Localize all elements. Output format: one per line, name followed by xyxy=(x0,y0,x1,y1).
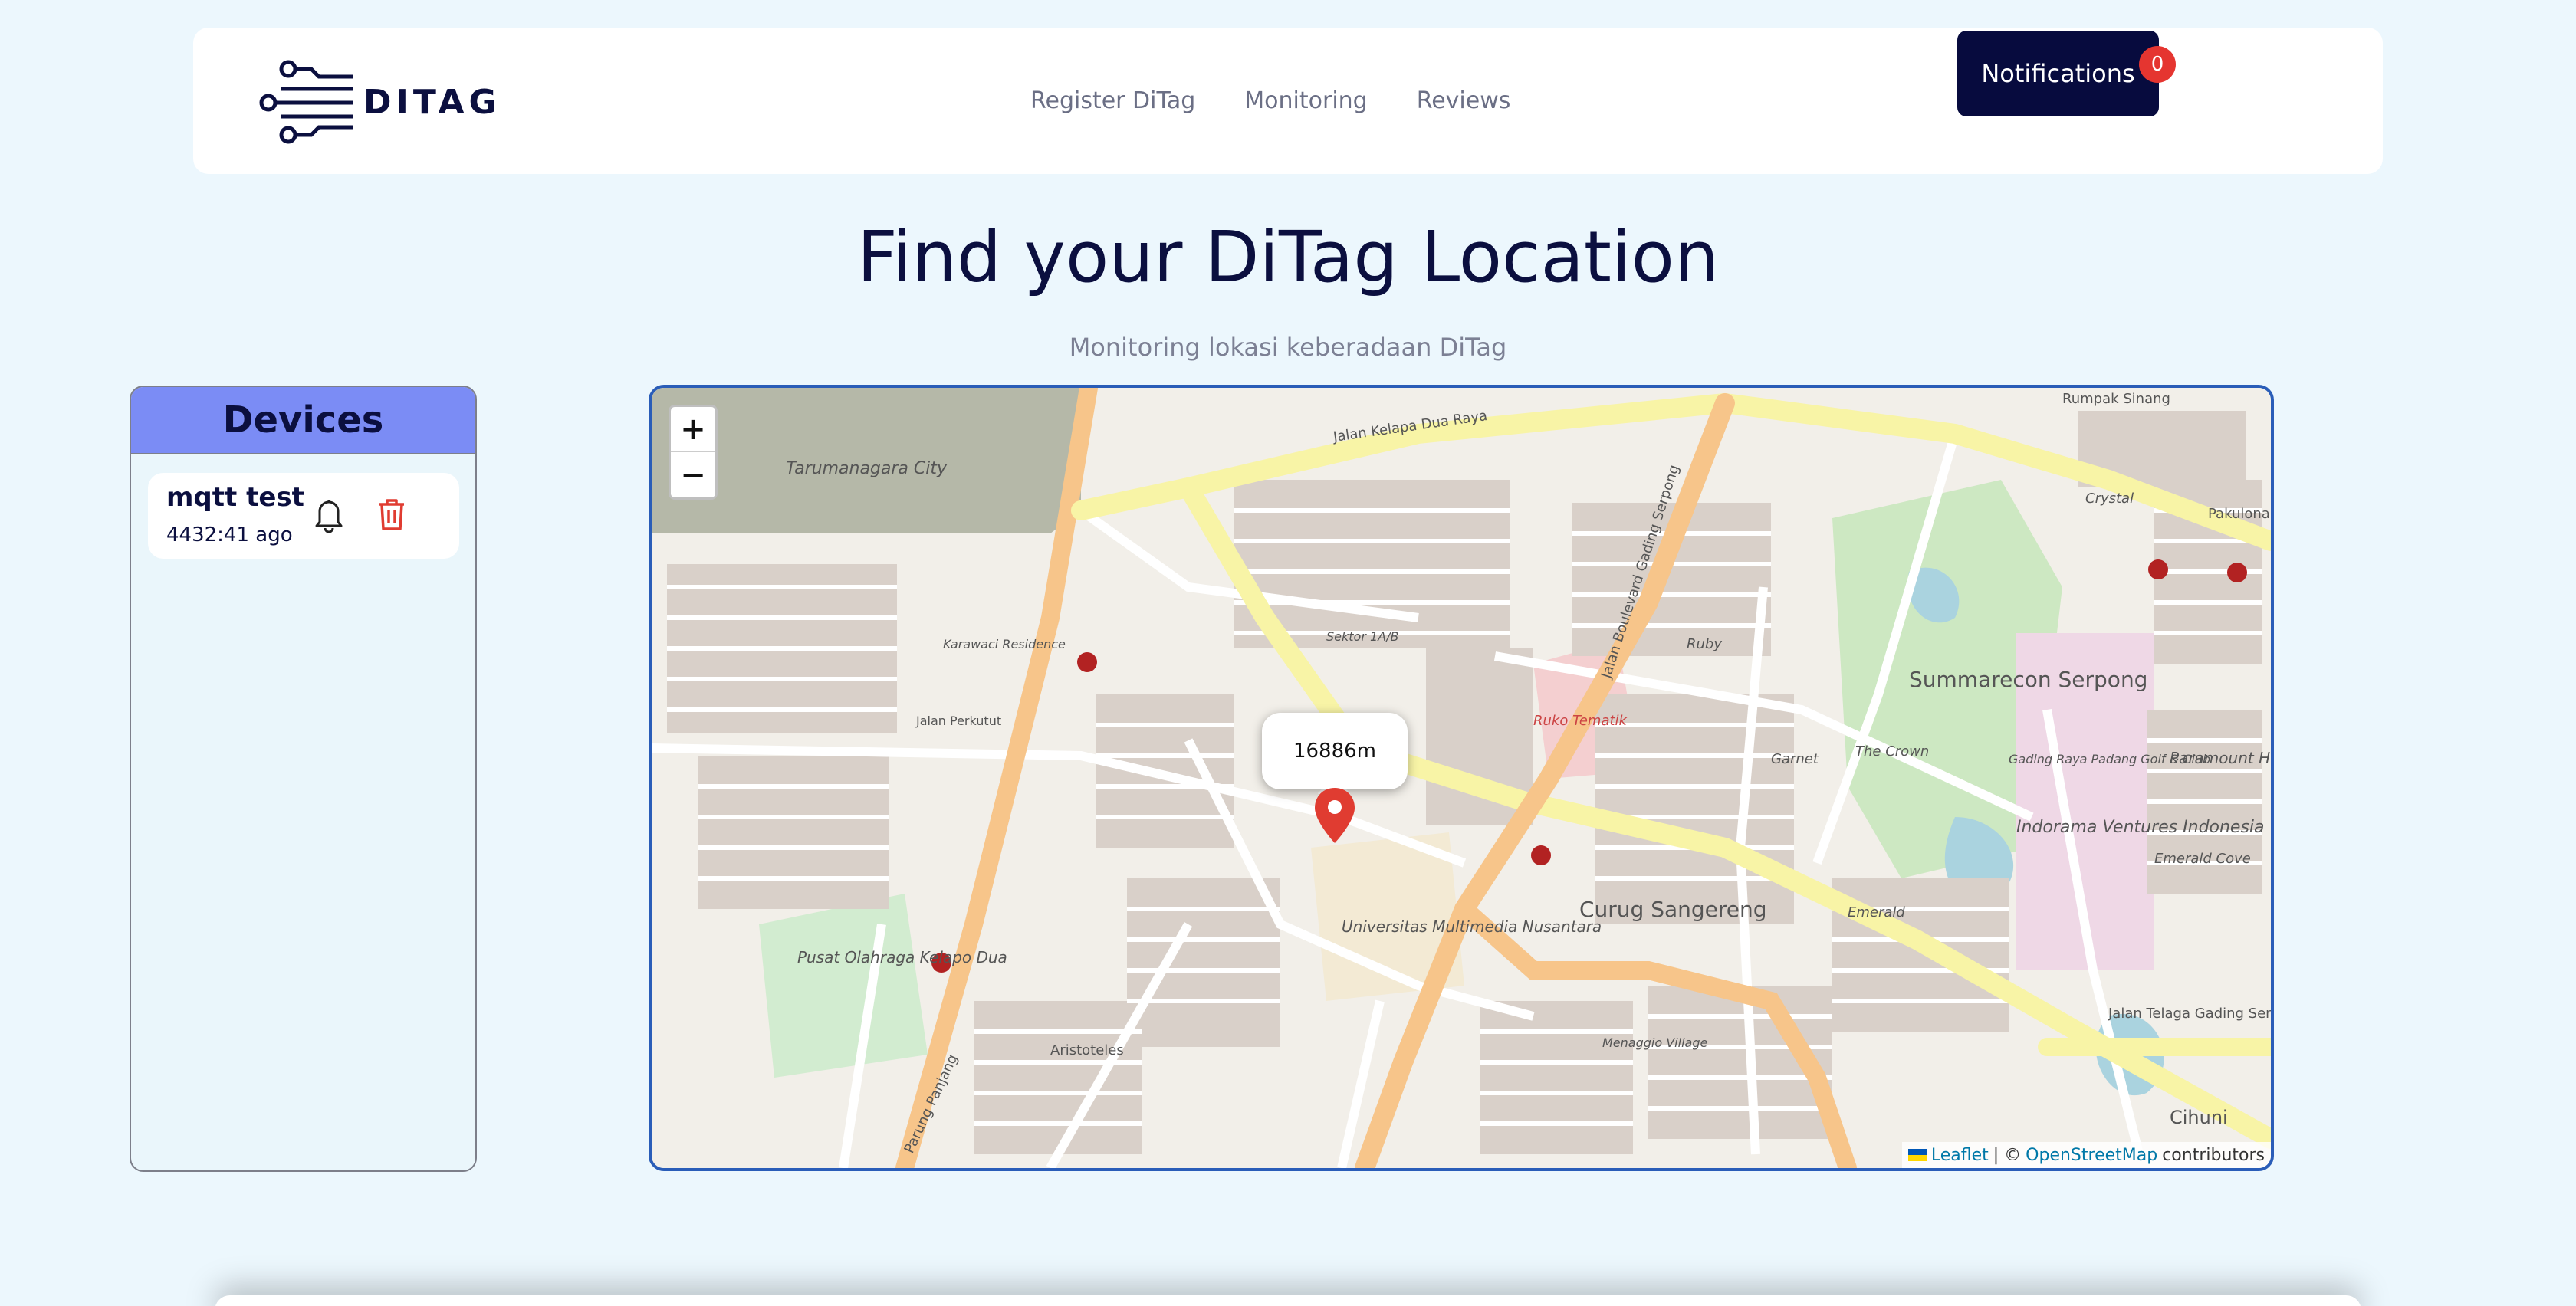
nav-monitoring[interactable]: Monitoring xyxy=(1244,87,1367,114)
device-name: mqtt test xyxy=(166,482,304,513)
map-label-rumpak-sinang: Rumpak Sinang xyxy=(2062,391,2170,407)
page-subtitle: Monitoring lokasi keberadaan DiTag xyxy=(1069,333,1507,362)
footer-edge xyxy=(215,1295,2361,1306)
zoom-out-button[interactable]: − xyxy=(671,452,715,497)
map-label-indorama: Indorama Ventures Indonesia xyxy=(2016,818,2265,837)
location-map[interactable]: Tarumanagara City Jalan Kelapa Dua Raya … xyxy=(649,385,2274,1171)
map-label-the-crown: The Crown xyxy=(1855,743,1929,760)
nav-reviews[interactable]: Reviews xyxy=(1417,87,1511,114)
map-tiles: Tarumanagara City Jalan Kelapa Dua Raya … xyxy=(652,388,2271,1168)
map-label-karawaci-residence: Karawaci Residence xyxy=(943,637,1066,651)
map-label-jalan-perkutut: Jalan Perkutut xyxy=(915,714,1001,728)
devices-header: Devices xyxy=(131,387,475,454)
map-attribution: Leaflet | © OpenStreetMap contributors xyxy=(1901,1142,2271,1168)
map-label-umn: Universitas Multimedia Nusantara xyxy=(1342,917,1602,936)
attribution-suffix: contributors xyxy=(2162,1145,2265,1165)
leaflet-link[interactable]: Leaflet xyxy=(1931,1146,1989,1165)
map-label-pusat-olahraga: Pusat Olahraga Kelapo Dua xyxy=(797,948,1007,966)
distance-popup: 16886m xyxy=(1262,713,1408,789)
map-label-garnet: Garnet xyxy=(1771,751,1819,767)
map-label-summarecon: Summarecon Serpong xyxy=(1909,667,2147,692)
page-title: Find your DiTag Location xyxy=(856,216,1720,298)
map-label-sektor: Sektor 1A/B xyxy=(1326,629,1398,644)
notifications-count-badge: 0 xyxy=(2139,46,2176,83)
map-label-ruby: Ruby xyxy=(1687,636,1722,652)
bell-icon[interactable] xyxy=(312,496,346,533)
map-label-crystal: Crystal xyxy=(2085,491,2134,507)
map-label-emerald-cove: Emerald Cove xyxy=(2154,851,2251,867)
map-label-curug: Curug Sangereng xyxy=(1579,897,1767,922)
location-pin-icon[interactable] xyxy=(1313,786,1356,845)
map-label-pakulonan-barat: Pakulonan Barat xyxy=(2208,506,2271,522)
device-card[interactable]: mqtt test 4432:41 ago xyxy=(148,473,459,559)
logo-text: DITAG xyxy=(363,82,501,122)
circuit-logo-icon xyxy=(259,60,353,144)
main-nav: Register DiTag Monitoring Reviews xyxy=(1030,28,1510,174)
map-label-ruko-tematik: Ruko Tematik xyxy=(1533,713,1628,729)
map-label-aristoteles: Aristoteles xyxy=(1050,1042,1124,1058)
logo[interactable]: DITAG xyxy=(258,60,501,144)
attribution-separator: | © xyxy=(1993,1145,2022,1165)
zoom-control: + − xyxy=(669,405,718,500)
ukraine-flag-icon xyxy=(1907,1149,1927,1161)
map-label-menaggio: Menaggio Village xyxy=(1602,1035,1707,1050)
map-label-cihuni: Cihuni xyxy=(2170,1107,2228,1128)
map-label-emerald: Emerald xyxy=(1848,904,1905,920)
zoom-in-button[interactable]: + xyxy=(671,407,715,452)
osm-link[interactable]: OpenStreetMap xyxy=(2026,1146,2157,1165)
trash-icon[interactable] xyxy=(375,496,409,533)
devices-panel: Devices mqtt test 4432:41 ago xyxy=(130,386,477,1172)
device-last-seen: 4432:41 ago xyxy=(166,523,293,546)
map-label-telaga-gading: Jalan Telaga Gading Ser xyxy=(2108,1006,2271,1022)
map-label-tarumanagara: Tarumanagara City xyxy=(786,459,948,478)
map-label-gading-raya-golf: Gading Raya Padang Golf & Club xyxy=(2009,752,2210,766)
nav-register-ditag[interactable]: Register DiTag xyxy=(1030,87,1195,114)
notifications-button[interactable]: Notifications xyxy=(1957,31,2159,116)
